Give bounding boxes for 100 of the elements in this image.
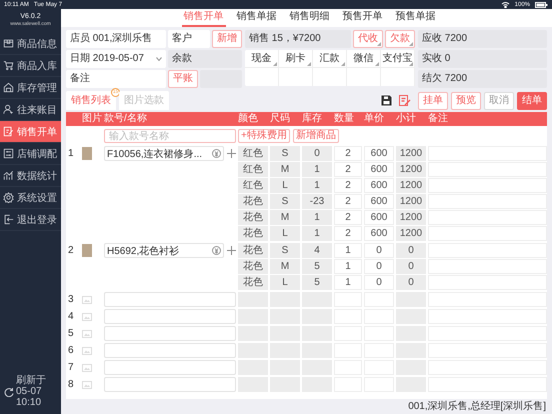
column-header: 小计 — [396, 112, 417, 126]
payment-method-button[interactable]: 刷卡 — [279, 50, 313, 68]
quantity-field[interactable]: 2 — [334, 194, 362, 209]
image-placeholder-icon — [82, 313, 92, 321]
note-field[interactable]: 备注 — [66, 70, 166, 88]
subtotal-cell: 0 — [396, 275, 426, 290]
price-field[interactable]: 0 — [364, 259, 394, 274]
subtotal-cell: 1200 — [396, 162, 426, 177]
row-number: 6 — [67, 344, 75, 358]
price-field[interactable]: 600 — [364, 162, 394, 177]
edit-document-icon[interactable] — [398, 94, 411, 107]
subtotal-cell: 1200 — [396, 178, 426, 193]
size-cell: M — [270, 210, 300, 225]
plus-icon[interactable] — [227, 246, 236, 255]
subtotal-cell: 1200 — [396, 146, 426, 161]
page-tab[interactable]: 预售单据 — [394, 9, 438, 27]
stock-cell: 1 — [302, 226, 332, 241]
sliders-icon — [3, 148, 14, 159]
price-field[interactable]: 0 — [364, 275, 394, 290]
size-cell: L — [270, 275, 300, 290]
save-icon[interactable] — [381, 95, 392, 106]
price-field[interactable]: 0 — [364, 243, 394, 258]
price-field[interactable]: 600 — [364, 226, 394, 241]
name-field[interactable]: F10056,连衣裙修身... — [104, 146, 224, 161]
page-tab[interactable]: 销售明细 — [288, 9, 332, 27]
page-tab[interactable]: 预售开单 — [340, 9, 384, 27]
column-header: 尺码 — [270, 112, 291, 126]
quantity-field[interactable]: 1 — [334, 259, 362, 274]
stock-cell: 1 — [302, 210, 332, 225]
name-field[interactable] — [104, 292, 236, 307]
column-header: 单价 — [364, 112, 385, 126]
coin-icon — [212, 246, 221, 255]
quantity-field[interactable]: 2 — [334, 210, 362, 225]
edit-document-icon — [3, 126, 14, 137]
product-name: F10056,连衣裙修身... — [107, 148, 202, 160]
quantity-field[interactable]: 1 — [334, 243, 362, 258]
sidebar-item-label: 系统设置 — [17, 192, 57, 204]
sidebar-item-label: 商品入库 — [17, 60, 57, 72]
house-icon — [3, 82, 14, 93]
plus-icon[interactable] — [227, 149, 236, 158]
stock-cell: 5 — [302, 259, 332, 274]
quantity-field[interactable]: 2 — [334, 162, 362, 177]
customer-field[interactable]: 客户 — [168, 30, 210, 48]
color-cell: 红色 — [238, 178, 268, 193]
name-field[interactable] — [104, 343, 236, 358]
name-field[interactable] — [104, 377, 236, 392]
clerk-field[interactable]: 店员 001,深圳乐售 — [66, 30, 166, 48]
payment-method-button[interactable]: 支付宝 — [381, 50, 415, 68]
refresh-time: 刷新于05-07 10:10 — [16, 375, 47, 408]
subtotal-cell: 1200 — [396, 194, 426, 209]
subtotal-cell: 1200 — [396, 210, 426, 225]
stock-cell: 4 — [302, 243, 332, 258]
payment-method-button[interactable]: 微信 — [347, 50, 381, 68]
row-number: 5 — [67, 327, 75, 341]
total-field: 结欠 7200 — [418, 70, 547, 88]
price-field[interactable]: 600 — [364, 146, 394, 161]
color-cell: 花色 — [238, 275, 268, 290]
sales-summary: 销售 15，¥7200 — [245, 30, 351, 48]
page-tab[interactable]: 销售单据 — [234, 9, 278, 27]
name-field[interactable]: H5692,花色衬衫 — [104, 243, 224, 258]
name-field[interactable] — [104, 360, 236, 375]
price-field[interactable]: 600 — [364, 210, 394, 225]
quantity-field[interactable]: 2 — [334, 178, 362, 193]
row-number: 2 — [67, 244, 75, 258]
image-placeholder-icon — [82, 381, 92, 389]
settings-icon — [3, 192, 14, 203]
color-cell: 花色 — [238, 243, 268, 258]
chart-icon — [3, 170, 14, 181]
quantity-field[interactable]: 2 — [334, 146, 362, 161]
price-field[interactable]: 600 — [364, 178, 394, 193]
product-search-field[interactable]: 输入款号名称 — [104, 129, 236, 143]
price-field[interactable]: 600 — [364, 194, 394, 209]
quantity-field[interactable]: 2 — [334, 226, 362, 241]
photo-placeholder — [82, 244, 92, 257]
payment-method-button[interactable]: 汇款 — [313, 50, 347, 68]
subtotal-cell: 0 — [396, 259, 426, 274]
stock-cell: -23 — [302, 194, 332, 209]
size-cell: S — [270, 194, 300, 209]
quantity-field[interactable]: 1 — [334, 275, 362, 290]
subtotal-cell: 1200 — [396, 226, 426, 241]
image-placeholder-icon — [82, 364, 92, 372]
name-field[interactable] — [104, 309, 236, 324]
row-number: 8 — [67, 378, 75, 392]
date-field[interactable]: 日期 2019-05-07 — [66, 50, 166, 68]
color-cell: 花色 — [238, 210, 268, 225]
balance-field: 余款 — [168, 50, 242, 68]
sidebar-item-label: 库存管理 — [17, 82, 57, 94]
sidebar-item-label: 销售开单 — [17, 126, 57, 138]
column-header: 款号/名称 — [104, 112, 148, 126]
column-header: 库存 — [302, 112, 323, 126]
sidebar-item-label: 数据统计 — [17, 170, 57, 182]
image-placeholder-icon — [82, 330, 92, 338]
image-placeholder-icon — [82, 347, 92, 355]
logout-icon — [3, 214, 14, 225]
stock-cell: 5 — [302, 275, 332, 290]
image-placeholder-icon — [82, 296, 92, 304]
name-field[interactable] — [104, 326, 236, 341]
size-cell: M — [270, 259, 300, 274]
stock-cell: 1 — [302, 178, 332, 193]
payment-method-button[interactable]: 现金 — [245, 50, 279, 68]
